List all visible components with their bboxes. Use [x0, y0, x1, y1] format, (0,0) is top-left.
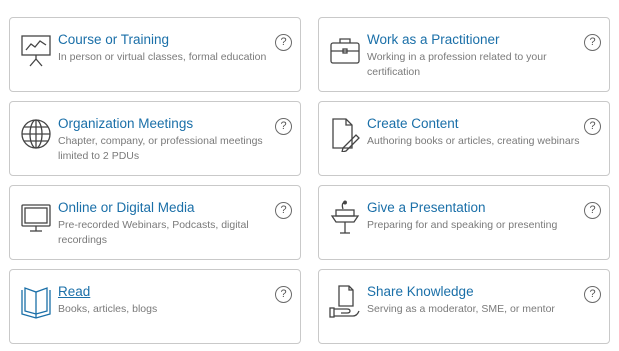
- help-icon[interactable]: ?: [275, 118, 292, 135]
- card-description: Serving as a moderator, SME, or mentor: [367, 303, 555, 315]
- activity-card-online-or-digital-media[interactable]: Online or Digital Media Pre-recorded Web…: [9, 185, 301, 260]
- help-icon[interactable]: ?: [275, 34, 292, 51]
- card-title[interactable]: Work as a Practitioner: [367, 32, 500, 47]
- help-icon[interactable]: ?: [275, 286, 292, 303]
- activity-card-share-knowledge[interactable]: Share Knowledge Serving as a moderator, …: [318, 269, 610, 344]
- help-icon[interactable]: ?: [584, 118, 601, 135]
- activity-card-course-or-training[interactable]: Course or Training In person or virtual …: [9, 17, 301, 92]
- card-description: Working in a profession related to your …: [367, 51, 547, 78]
- card-description: Preparing for and speaking or presenting: [367, 219, 558, 231]
- card-title[interactable]: Online or Digital Media: [58, 200, 195, 215]
- card-description: Authoring books or articles, creating we…: [367, 135, 580, 147]
- card-title[interactable]: Share Knowledge: [367, 284, 474, 299]
- activity-card-give-a-presentation[interactable]: Give a Presentation Preparing for and sp…: [318, 185, 610, 260]
- card-title[interactable]: Course or Training: [58, 32, 169, 47]
- activity-card-work-as-a-practitioner[interactable]: Work as a Practitioner Working in a prof…: [318, 17, 610, 92]
- card-description: In person or virtual classes, formal edu…: [58, 51, 267, 63]
- podium-icon: [329, 200, 361, 236]
- card-title[interactable]: Create Content: [367, 116, 459, 131]
- monitor-icon: [20, 200, 52, 236]
- document-pen-icon: [329, 116, 361, 152]
- open-book-icon: [20, 284, 52, 320]
- help-icon[interactable]: ?: [275, 202, 292, 219]
- card-title[interactable]: Give a Presentation: [367, 200, 486, 215]
- activity-card-read[interactable]: Read Books, articles, blogs ?: [9, 269, 301, 344]
- activity-card-organization-meetings[interactable]: Organization Meetings Chapter, company, …: [9, 101, 301, 176]
- card-description: Pre-recorded Webinars, Podcasts, digital…: [58, 219, 249, 246]
- globe-icon: [20, 116, 52, 152]
- card-description: Chapter, company, or professional meetin…: [58, 135, 263, 162]
- help-icon[interactable]: ?: [584, 34, 601, 51]
- activity-card-create-content[interactable]: Create Content Authoring books or articl…: [318, 101, 610, 176]
- help-icon[interactable]: ?: [584, 202, 601, 219]
- presentation-board-icon: [20, 32, 52, 68]
- hand-document-icon: [329, 284, 361, 320]
- briefcase-icon: [329, 32, 361, 68]
- card-description: Books, articles, blogs: [58, 303, 158, 315]
- card-title[interactable]: Organization Meetings: [58, 116, 193, 131]
- help-icon[interactable]: ?: [584, 286, 601, 303]
- card-title[interactable]: Read: [58, 284, 90, 299]
